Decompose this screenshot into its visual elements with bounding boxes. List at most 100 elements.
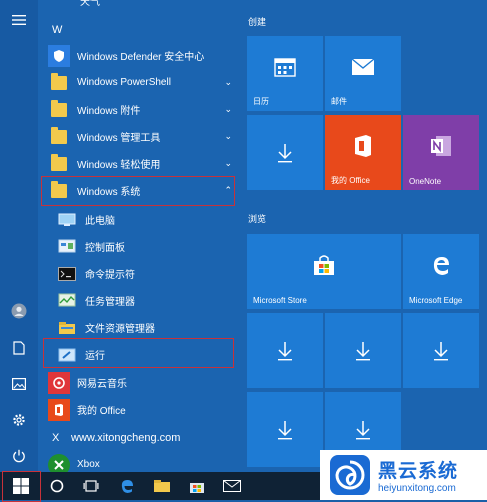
folder-icon [48, 72, 70, 94]
watermark-text: 黑云系统 heiyunxitong.com [378, 456, 458, 494]
app-windows-ease-of-access[interactable]: Windows 轻松使用 ⌄ [48, 150, 238, 177]
tile-download-placeholder-3[interactable] [325, 313, 401, 388]
group-title-create[interactable]: 创建 [248, 15, 266, 28]
app-command-prompt[interactable]: 命令提示符 [56, 260, 238, 287]
gear-icon [13, 414, 25, 426]
download-arrow-icon [434, 341, 448, 360]
pictures-button[interactable] [0, 366, 38, 402]
tile-download-placeholder-5[interactable] [247, 392, 323, 467]
edge-taskbar-button[interactable] [110, 472, 144, 500]
app-file-explorer[interactable]: 文件资源管理器 [56, 314, 238, 341]
calendar-icon [274, 57, 296, 77]
download-arrow-icon [356, 341, 370, 360]
settings-button[interactable] [0, 402, 38, 438]
chevron-down-icon: ⌄ [224, 77, 232, 87]
hamburger-menu-button[interactable] [0, 2, 38, 38]
power-button[interactable] [0, 438, 38, 474]
document-icon [13, 341, 25, 355]
app-windows-powershell[interactable]: Windows PowerShell ⌄ [48, 69, 238, 96]
tile-onenote[interactable]: OneNote [403, 115, 479, 190]
mail-icon [223, 480, 241, 492]
download-arrow-icon [356, 420, 370, 439]
tile-microsoft-edge[interactable]: Microsoft Edge [403, 234, 479, 309]
app-label: 命令提示符 [85, 270, 135, 281]
letter-header-x[interactable]: X [52, 432, 59, 444]
chevron-down-icon: ⌄ [224, 104, 232, 114]
tile-label: Microsoft Store [253, 296, 307, 305]
netease-music-icon [48, 371, 70, 394]
tiles-area: 创建 日历 邮件 我的 Office OneNote 浏览 Microsoft … [243, 0, 487, 472]
edge-icon [433, 256, 449, 275]
app-task-manager[interactable]: 任务管理器 [56, 287, 238, 314]
onenote-icon [431, 135, 451, 156]
watermark-title: 黑云系统 [378, 460, 459, 482]
task-manager-icon [56, 290, 78, 312]
app-label: 控制面板 [85, 243, 125, 254]
app-control-panel[interactable]: 控制面板 [56, 233, 238, 260]
chevron-down-icon: ⌄ [224, 158, 232, 168]
download-arrow-icon [278, 341, 292, 360]
app-windows-accessories[interactable]: Windows 附件 ⌄ [48, 96, 238, 123]
watermark-url: heiyunxitong.com [378, 483, 456, 494]
task-view-icon [83, 480, 99, 492]
chevron-down-icon: ⌄ [224, 131, 232, 141]
mail-taskbar-button[interactable] [215, 472, 249, 500]
app-label: 网易云音乐 [77, 379, 127, 390]
tile-download-placeholder-4[interactable] [403, 313, 479, 388]
tile-download-placeholder-2[interactable] [247, 313, 323, 388]
tile-label: OneNote [409, 177, 442, 186]
documents-button[interactable] [0, 330, 38, 366]
user-avatar-icon [11, 303, 27, 319]
picture-icon [12, 378, 26, 390]
start-menu: 天气 W Windows Defender 安全中心 Windows Power… [0, 0, 487, 476]
search-button[interactable] [40, 472, 74, 500]
app-label: Xbox [77, 459, 100, 470]
user-account-button[interactable] [0, 293, 38, 329]
tile-microsoft-store[interactable]: Microsoft Store [247, 234, 401, 309]
office-icon [355, 134, 371, 157]
start-rail [0, 0, 38, 472]
download-arrow-icon [278, 420, 292, 439]
terminal-icon [56, 263, 78, 285]
edge-icon [121, 480, 133, 493]
highlight-run [43, 338, 234, 368]
app-windows-defender[interactable]: Windows Defender 安全中心 [48, 42, 238, 69]
store-icon [190, 483, 204, 493]
app-label: Windows 轻松使用 [77, 160, 161, 171]
app-xitongcheng-link[interactable]: www.xitongcheng.com [71, 424, 261, 451]
shield-icon [48, 44, 70, 67]
app-label: 我的 Office [77, 406, 126, 417]
letter-header-w[interactable]: W [52, 24, 62, 36]
app-label: www.xitongcheng.com [71, 431, 181, 444]
hamburger-icon [12, 15, 26, 25]
tile-download-placeholder-1[interactable] [247, 115, 323, 190]
watermark-badge: 黑云系统 heiyunxitong.com [320, 450, 487, 500]
partial-app-label: 天气 [80, 0, 100, 8]
tile-label: 我的 Office [331, 176, 370, 185]
folder-icon [154, 480, 170, 492]
store-taskbar-button[interactable] [180, 472, 214, 500]
tile-mail[interactable]: 邮件 [325, 36, 401, 111]
app-label: Windows Defender 安全中心 [77, 52, 205, 63]
download-arrow-icon [278, 143, 292, 162]
tile-calendar[interactable]: 日历 [247, 36, 323, 111]
folder-icon [48, 99, 70, 121]
computer-icon [56, 209, 78, 231]
app-label: Windows PowerShell [77, 77, 171, 88]
tile-label: Microsoft Edge [409, 296, 463, 305]
app-my-office[interactable]: 我的 Office [48, 396, 238, 423]
file-explorer-taskbar-button[interactable] [145, 472, 179, 500]
app-label: 文件资源管理器 [85, 324, 155, 335]
store-icon [314, 254, 334, 275]
folder-icon [48, 126, 70, 148]
app-this-pc[interactable]: 此电脑 [56, 206, 238, 233]
tile-my-office[interactable]: 我的 Office [325, 115, 401, 190]
folder-icon [48, 153, 70, 175]
app-netease-music[interactable]: 网易云音乐 [48, 369, 238, 396]
mail-icon [351, 57, 375, 75]
group-title-browse[interactable]: 浏览 [248, 212, 266, 225]
app-windows-admin-tools[interactable]: Windows 管理工具 ⌄ [48, 123, 238, 150]
app-label: Windows 附件 [77, 106, 141, 117]
task-view-button[interactable] [74, 472, 108, 500]
app-list: 天气 W Windows Defender 安全中心 Windows Power… [38, 0, 243, 476]
